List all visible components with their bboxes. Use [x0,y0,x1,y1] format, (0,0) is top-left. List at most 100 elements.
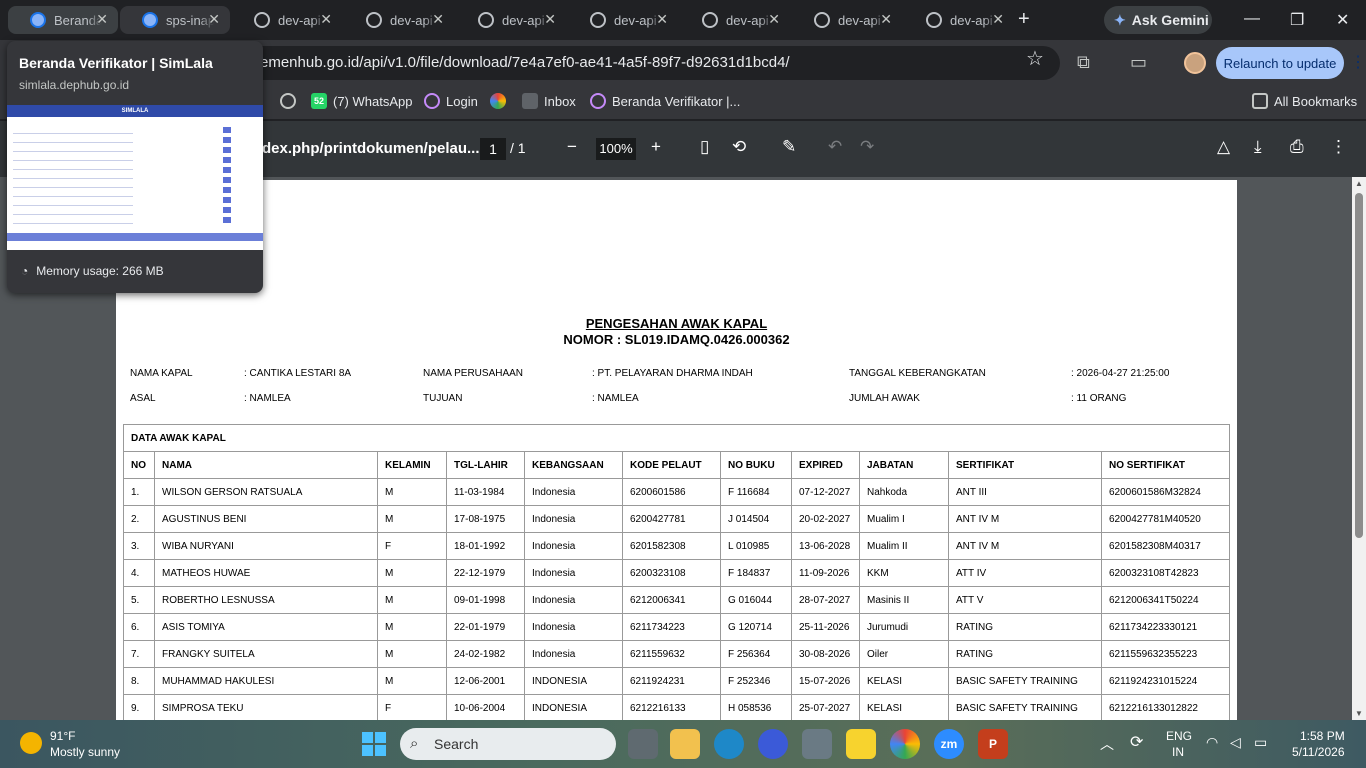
more-menu-icon[interactable]: ⋮ [1350,52,1366,72]
tab-close-icon[interactable]: ✕ [992,11,1004,28]
camera-icon[interactable] [802,729,832,759]
column-header: EXPIRED [791,451,860,479]
zoom-in-icon[interactable]: + [651,137,661,157]
bookmark-login[interactable]: Login [424,93,478,109]
close-window-icon[interactable]: ✕ [1336,10,1349,30]
table-cell: M [377,478,447,506]
language-1[interactable]: ENG [1166,729,1192,743]
scroll-down-icon[interactable]: ▼ [1355,709,1363,718]
tab-close-icon[interactable]: ✕ [432,11,444,28]
clock-date[interactable]: 5/11/2026 [1292,745,1345,759]
tab-close-icon[interactable]: ✕ [880,11,892,28]
fit-page-icon[interactable]: ▯ [700,137,709,157]
table-cell: BASIC SAFETY TRAINING [948,667,1102,695]
extensions-icon[interactable]: ⧉ [1077,52,1090,73]
bookmark-label: Login [446,93,478,109]
tab-close-icon[interactable]: ✕ [656,11,668,28]
tab-3[interactable]: dev-api ✕ [344,6,454,34]
meta-value: : 11 ORANG [1071,393,1127,404]
tab-close-icon[interactable]: ✕ [544,11,556,28]
tray-chevron-icon[interactable]: ︿ [1100,734,1114,754]
tab-close-icon[interactable]: ✕ [768,11,780,28]
scroll-up-icon[interactable]: ▲ [1355,179,1363,188]
ask-gemini-button[interactable]: ✦ Ask Gemini [1104,6,1212,34]
download-icon[interactable]: ⤓ [1254,137,1262,157]
scrollbar[interactable]: ▲ ▼ [1352,177,1366,720]
wifi-icon[interactable]: ◠ [1206,734,1218,751]
taskbar-search[interactable]: ⌕ Search [400,728,616,760]
edge-icon[interactable] [714,729,744,759]
meta-label: ASAL [130,393,156,404]
powerpoint-icon[interactable]: P [978,729,1008,759]
tab-6[interactable]: dev-api ✕ [680,6,790,34]
tab-4[interactable]: dev-api ✕ [456,6,566,34]
battery-icon[interactable]: ▭ [1254,734,1267,751]
table-cell: 8. [123,667,155,695]
rotate-icon[interactable]: ⟲ [732,137,746,157]
tab-close-icon[interactable]: ✕ [208,11,220,28]
language-2[interactable]: IN [1172,745,1184,759]
sync-icon[interactable]: ⟳ [1130,732,1143,752]
sticky-notes-icon[interactable] [846,729,876,759]
zoom-level[interactable]: 100% [596,138,636,160]
chrome-icon[interactable] [890,729,920,759]
table-row: 1. WILSON GERSON RATSUALA M 11-03-1984 Indon… [123,478,1230,506]
tab-title: Beranda [54,12,102,28]
table-cell: H 058536 [720,694,792,720]
bookmark-whatsapp[interactable]: 52 (7) WhatsApp [311,93,412,109]
tab-close-icon[interactable]: ✕ [96,11,108,28]
save-drive-icon[interactable]: △ [1217,137,1230,157]
weather-temp[interactable]: 91°F [50,729,75,743]
tab-8[interactable]: dev-api ✕ [904,6,1014,34]
page-number-input[interactable]: 1 [480,138,506,160]
tab-title: dev-api [390,12,433,28]
meta-value: : CANTIKA LESTARI 8A [244,368,352,379]
tab-title: dev-api [278,12,321,28]
all-bookmarks[interactable]: All Bookmarks [1252,93,1357,109]
relaunch-button[interactable]: Relaunch to update [1216,47,1344,79]
weather-condition[interactable]: Mostly sunny [50,745,120,759]
tab-5[interactable]: dev-api ✕ [568,6,678,34]
tab-1[interactable]: sps-inaportnet✕ [120,6,230,34]
tab-0[interactable]: Beranda ✕ [8,6,118,34]
minimize-icon[interactable]: — [1244,10,1260,28]
weather-icon[interactable] [20,732,42,754]
table-cell: 2. [123,505,155,533]
table-cell: M [377,613,447,641]
profile-avatar[interactable] [1184,52,1206,74]
ask-gemini-label: Ask Gemini [1131,12,1209,28]
volume-icon[interactable]: ◁ [1230,734,1241,751]
cast-icon[interactable]: ▭ [1130,52,1147,73]
new-tab-button[interactable]: + [1018,8,1030,31]
zoom-icon[interactable]: zm [934,729,964,759]
bookmark-pinwheel[interactable] [490,93,512,109]
globe-icon[interactable] [280,93,302,109]
file-explorer-icon[interactable] [670,729,700,759]
app-icon[interactable] [758,729,788,759]
clock-time[interactable]: 1:58 PM [1300,729,1345,743]
column-header: NO [123,451,155,479]
bookmark-inbox[interactable]: Inbox [522,93,576,109]
memory-icon: ◔ [21,264,29,278]
table-cell: SIMPROSA TEKU [154,694,378,720]
tab-7[interactable]: dev-api ✕ [792,6,902,34]
windows-start-icon[interactable] [362,732,386,756]
scrollbar-thumb[interactable] [1355,193,1363,538]
table-cell: RATING [948,640,1102,668]
task-view-icon[interactable] [628,729,658,759]
draw-icon[interactable]: ✎ [782,137,796,157]
restore-icon[interactable]: ❐ [1290,10,1304,30]
print-icon[interactable]: ⎙ [1290,137,1304,157]
column-header: TGL-LAHIR [446,451,525,479]
bookmark-beranda[interactable]: Beranda Verifikator |... [590,93,740,109]
hover-card-preview: SIMLALA [7,105,263,250]
zoom-out-icon[interactable]: − [567,137,577,157]
tab-2[interactable]: dev-api ✕ [232,6,342,34]
bookmark-star-icon[interactable]: ☆ [1026,46,1044,71]
pdf-more-icon[interactable]: ⋮ [1330,137,1347,157]
table-cell: Indonesia [524,613,623,641]
table-caption: DATA AWAK KAPAL [123,424,1230,452]
hover-card-url: simlala.dephub.go.id [19,78,130,92]
table-cell: Indonesia [524,532,623,560]
tab-close-icon[interactable]: ✕ [320,11,332,28]
